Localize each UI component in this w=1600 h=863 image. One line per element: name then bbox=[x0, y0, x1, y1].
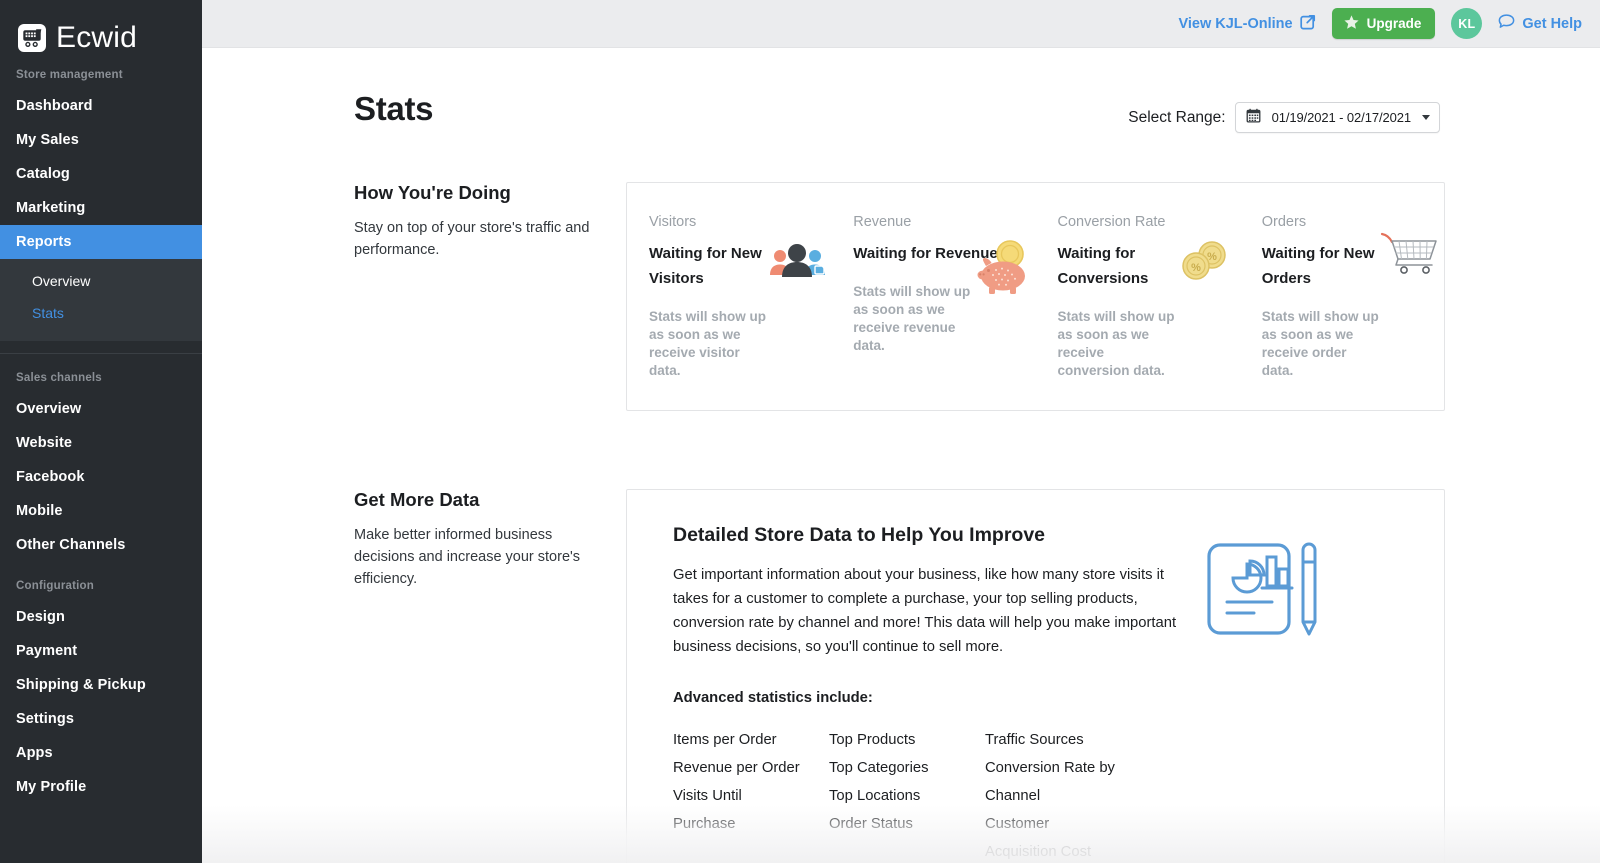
kpi-value: Waiting for New Visitors bbox=[649, 245, 762, 287]
sidebar-item-facebook[interactable]: Facebook bbox=[0, 460, 202, 494]
get-more-data-description: Make better informed business decisions … bbox=[354, 527, 581, 587]
kpi-card-conversion-rate: Conversion Rate Waiting for Conversions … bbox=[1036, 213, 1240, 380]
sidebar-item-apps[interactable]: Apps bbox=[0, 736, 202, 770]
kpi-note: Stats will show up as soon as we receive… bbox=[853, 284, 971, 353]
detailed-store-data-title: Detailed Store Data to Help You Improve bbox=[673, 524, 1046, 546]
app-root: Ecwid Store management Dashboard My Sale… bbox=[0, 0, 1600, 863]
list-item: Items per Order bbox=[673, 732, 777, 748]
shopping-cart-logo-icon bbox=[18, 24, 46, 52]
list-item: Traffic Sources bbox=[985, 732, 1084, 748]
sidebar-subnav-reports: Overview Stats bbox=[0, 259, 202, 341]
date-range-value: 01/19/2021 - 02/17/2021 bbox=[1271, 110, 1411, 125]
get-more-data-section: Get More Data Make better informed busin… bbox=[202, 489, 1600, 863]
sidebar-item-reports[interactable]: Reports bbox=[0, 225, 202, 259]
page-header: Stats Select Range: 01/19/2021 - 02/17/2… bbox=[202, 48, 1600, 133]
brand-logo[interactable]: Ecwid bbox=[0, 0, 202, 63]
svg-text:%: % bbox=[1207, 251, 1217, 263]
get-more-data-panel: Detailed Store Data to Help You Improve … bbox=[626, 489, 1445, 863]
sidebar-item-marketing[interactable]: Marketing bbox=[0, 191, 202, 225]
list-item: Conversion Rate by Channel bbox=[985, 760, 1115, 804]
how-youre-doing-title: How You're Doing bbox=[354, 182, 511, 203]
kpi-row: Visitors Waiting for New Visitors Stats … bbox=[627, 183, 1444, 410]
kpi-note: Stats will show up as soon as we receive… bbox=[649, 309, 767, 378]
sidebar-item-shipping-pickup[interactable]: Shipping & Pickup bbox=[0, 668, 202, 702]
star-icon bbox=[1343, 14, 1360, 34]
brand-name: Ecwid bbox=[56, 21, 138, 54]
sidebar-item-dashboard[interactable]: Dashboard bbox=[0, 89, 202, 123]
main-sidebar: Ecwid Store management Dashboard My Sale… bbox=[0, 0, 202, 863]
upgrade-button[interactable]: Upgrade bbox=[1331, 8, 1436, 39]
main-area: View KJL-Online Upgrade KL Get Help Stat… bbox=[202, 0, 1600, 863]
advanced-statistics-column-1: Items per Order Revenue per Order Visits… bbox=[673, 726, 829, 863]
sidebar-group-label-configuration: Configuration bbox=[16, 580, 94, 592]
kpi-card-orders: Orders Waiting for New Orders Stats will… bbox=[1240, 213, 1444, 380]
kpi-card-revenue: Revenue Waiting for Revenue Stats will s… bbox=[831, 213, 1035, 380]
how-youre-doing-section: How You're Doing Stay on top of your sto… bbox=[202, 182, 1600, 411]
sidebar-subitem-overview[interactable]: Overview bbox=[0, 265, 202, 297]
sidebar-item-settings[interactable]: Settings bbox=[0, 702, 202, 736]
list-item: Order Status bbox=[829, 816, 913, 832]
date-range-picker[interactable]: 01/19/2021 - 02/17/2021 bbox=[1234, 102, 1440, 133]
page-title: Stats bbox=[354, 90, 434, 127]
kpi-label: Orders bbox=[1261, 214, 1307, 230]
list-item: Revenue per Order bbox=[673, 760, 800, 776]
view-store-label: View KJL-Online bbox=[1178, 15, 1293, 32]
avatar-initials: KL bbox=[1458, 16, 1476, 31]
external-link-icon bbox=[1299, 14, 1316, 34]
sidebar-item-catalog[interactable]: Catalog bbox=[0, 157, 202, 191]
sidebar-group-label-sales-channels: Sales channels bbox=[16, 372, 102, 384]
calendar-icon bbox=[1246, 108, 1261, 128]
sidebar-subitem-stats[interactable]: Stats bbox=[0, 297, 202, 329]
report-document-pencil-icon bbox=[1193, 523, 1343, 863]
sidebar-item-website[interactable]: Website bbox=[0, 426, 202, 460]
get-more-data-title: Get More Data bbox=[354, 489, 480, 510]
kpi-note: Stats will show up as soon as we receive… bbox=[1261, 309, 1379, 378]
how-youre-doing-intro: How You're Doing Stay on top of your sto… bbox=[354, 182, 626, 261]
date-range-label: Select Range: bbox=[1128, 108, 1226, 126]
page-content: Stats Select Range: 01/19/2021 - 02/17/2… bbox=[202, 48, 1600, 863]
date-range-control: Select Range: 01/19/2021 - 02/17/2021 bbox=[1128, 91, 1440, 133]
kpi-label: Revenue bbox=[853, 214, 912, 230]
list-item: Top Products bbox=[829, 732, 916, 748]
get-more-data-body: Detailed Store Data to Help You Improve … bbox=[673, 523, 1193, 863]
sidebar-item-my-profile[interactable]: My Profile bbox=[0, 770, 202, 804]
advanced-statistics-column-3: Traffic Sources Conversion Rate by Chann… bbox=[985, 726, 1145, 863]
sidebar-item-channels-overview[interactable]: Overview bbox=[0, 392, 202, 426]
chevron-down-icon bbox=[1422, 115, 1430, 120]
kpi-value: Waiting for Revenue bbox=[853, 245, 998, 262]
sidebar-item-mobile[interactable]: Mobile bbox=[0, 494, 202, 528]
sidebar-item-my-sales[interactable]: My Sales bbox=[0, 123, 202, 157]
list-item: Customer Acquisition Cost bbox=[985, 816, 1092, 860]
top-header-bar: View KJL-Online Upgrade KL Get Help bbox=[202, 0, 1600, 48]
detailed-store-data-text: Get important information about your bus… bbox=[673, 567, 1177, 655]
advanced-statistics-columns: Items per Order Revenue per Order Visits… bbox=[673, 726, 1193, 863]
kpi-label: Visitors bbox=[649, 214, 697, 230]
sidebar-group-label-store-management: Store management bbox=[16, 69, 123, 81]
sidebar-item-design[interactable]: Design bbox=[0, 600, 202, 634]
sidebar-item-payment[interactable]: Payment bbox=[0, 634, 202, 668]
get-help-label: Get Help bbox=[1522, 15, 1582, 32]
kpi-note: Stats will show up as soon as we receive… bbox=[1057, 309, 1175, 378]
how-youre-doing-description: Stay on top of your store's traffic and … bbox=[354, 220, 590, 258]
upgrade-label: Upgrade bbox=[1366, 16, 1422, 31]
kpi-value: Waiting for Conversions bbox=[1057, 245, 1149, 287]
advanced-statistics-heading: Advanced statistics include: bbox=[673, 690, 873, 706]
sidebar-item-other-channels[interactable]: Other Channels bbox=[0, 528, 202, 562]
list-item: Visits Until Purchase bbox=[673, 788, 742, 832]
kpi-label: Conversion Rate bbox=[1057, 214, 1166, 230]
avatar[interactable]: KL bbox=[1451, 8, 1483, 39]
get-help-link[interactable]: Get Help bbox=[1498, 14, 1582, 33]
list-item: Top Categories bbox=[829, 760, 929, 776]
get-more-data-intro: Get More Data Make better informed busin… bbox=[354, 489, 626, 590]
get-more-data-panel-inner: Detailed Store Data to Help You Improve … bbox=[627, 490, 1444, 863]
view-store-link[interactable]: View KJL-Online bbox=[1178, 14, 1315, 34]
speech-bubble-icon bbox=[1498, 14, 1515, 33]
advanced-statistics-column-2: Top Products Top Categories Top Location… bbox=[829, 726, 985, 863]
kpi-panel: Visitors Waiting for New Visitors Stats … bbox=[626, 182, 1445, 411]
list-item: Top Locations bbox=[829, 788, 921, 804]
kpi-value: Waiting for New Orders bbox=[1261, 245, 1375, 287]
kpi-card-visitors: Visitors Waiting for New Visitors Stats … bbox=[627, 213, 831, 380]
